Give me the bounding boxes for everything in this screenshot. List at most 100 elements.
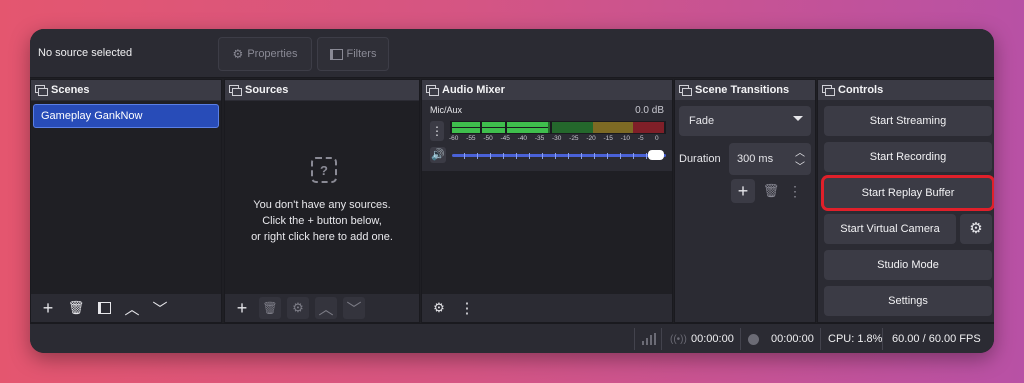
move-source-up-button[interactable]: ︿ xyxy=(315,297,337,319)
start-replay-buffer-button[interactable]: Start Replay Buffer xyxy=(824,178,992,208)
fps-readout: 60.00 / 60.00 FPS xyxy=(892,333,981,345)
move-scene-up-button[interactable]: ︿ xyxy=(121,297,143,319)
trash-icon: 🗑 xyxy=(67,300,85,315)
meter-green-dim xyxy=(548,122,593,133)
meter-tick-label: -35 xyxy=(534,135,545,142)
transition-select-value: Fade xyxy=(689,115,715,127)
transition-menu-button[interactable]: ⋮ xyxy=(787,179,803,203)
studio-mode-button[interactable]: Studio Mode xyxy=(824,250,992,280)
move-scene-down-button[interactable]: ﹀ xyxy=(149,297,171,319)
filters-label: Filters xyxy=(346,48,377,60)
sources-toolbar: + 🗑 ⚙ ︿ ﹀ xyxy=(225,294,419,322)
status-divider xyxy=(882,328,883,350)
add-transition-button[interactable]: + xyxy=(731,179,755,203)
meter-tick-label: -25 xyxy=(569,135,579,142)
meter-tick-label: -10 xyxy=(620,135,631,142)
start-recording-button[interactable]: Start Recording xyxy=(824,142,992,172)
sources-title: Sources xyxy=(245,84,289,96)
audio-mixer-toolbar: ⚙ ⋮ xyxy=(422,294,672,322)
meter-yellow-zone xyxy=(593,122,633,133)
start-virtual-camera-button[interactable]: Start Virtual Camera xyxy=(824,214,956,244)
start-streaming-button[interactable]: Start Streaming xyxy=(824,106,992,136)
sources-dock: Sources ? You don't have any sources. Cl… xyxy=(224,79,420,323)
status-divider xyxy=(740,328,741,350)
transitions-title: Scene Transitions xyxy=(695,84,790,96)
volume-slider-handle[interactable] xyxy=(648,150,664,160)
dock-window-icon xyxy=(426,84,439,96)
status-bar: ((•)) 00:00:00 00:00:00 CPU: 1.8% 60.00 … xyxy=(30,323,994,353)
controls-title: Controls xyxy=(838,84,884,96)
meter-tick-label: -50 xyxy=(483,135,493,142)
meter-tick-label: -5 xyxy=(637,135,644,142)
add-scene-button[interactable]: + xyxy=(37,297,59,319)
transition-select[interactable]: Fade xyxy=(679,106,811,136)
advanced-audio-button[interactable]: ⚙ xyxy=(428,297,450,319)
audio-mixer-dock-title: Audio Mixer xyxy=(422,80,672,100)
trash-icon: 🗑 xyxy=(262,301,278,315)
record-time: 00:00:00 xyxy=(771,333,814,345)
gear-icon: ⚙ xyxy=(969,220,983,237)
properties-button[interactable]: ⚙ Properties xyxy=(218,37,312,71)
filters-button[interactable]: Filters xyxy=(317,37,389,71)
controls-dock: Controls Start Streaming Start Recording… xyxy=(817,79,994,323)
plus-icon: + xyxy=(737,181,749,201)
sources-list[interactable]: ? You don't have any sources. Click the … xyxy=(225,101,419,294)
meter-peak-mark xyxy=(550,121,552,134)
meter-fill-green-top xyxy=(452,122,548,127)
caret-down-icon xyxy=(793,116,803,121)
stream-icon: ((•)) xyxy=(670,333,687,345)
mixer-menu-button[interactable]: ⋮ xyxy=(456,297,478,319)
no-source-label: No source selected xyxy=(38,47,133,59)
scene-item-label: Gameplay GankNow xyxy=(41,110,143,122)
remove-scene-button[interactable]: 🗑 xyxy=(65,297,87,319)
meter-tick-label: -40 xyxy=(517,135,528,142)
meter-tick-label: -30 xyxy=(552,135,562,142)
scenes-dock: Scenes Gameplay GankNow + 🗑 ︿ ﹀ xyxy=(30,79,222,323)
remove-transition-button[interactable]: 🗑 xyxy=(761,179,781,203)
controls-dock-title: Controls xyxy=(818,80,994,100)
meter-peak-mark xyxy=(505,121,507,134)
kebab-icon: ⋮ xyxy=(431,124,443,138)
scene-filters-button[interactable] xyxy=(93,297,115,319)
plus-icon: + xyxy=(42,297,54,318)
move-source-down-button[interactable]: ﹀ xyxy=(343,297,365,319)
scene-transitions-dock: Scene Transitions Fade Duration 300 ms ︿… xyxy=(674,79,816,323)
kebab-icon: ⋮ xyxy=(459,300,475,317)
chevron-down-icon: ﹀ xyxy=(152,300,168,318)
meter-tick-label: -20 xyxy=(586,135,596,142)
channel-menu-button[interactable]: ⋮ xyxy=(430,121,444,141)
chevron-down-icon[interactable]: ﹀ xyxy=(795,158,805,173)
scenes-toolbar: + 🗑 ︿ ﹀ xyxy=(31,294,221,322)
controls-body: Start Streaming Start Recording Start Re… xyxy=(818,101,994,322)
chevron-up-icon: ︿ xyxy=(124,300,140,318)
virtual-camera-settings-button[interactable]: ⚙ xyxy=(960,214,992,244)
settings-button[interactable]: Settings xyxy=(824,286,992,316)
duration-value: 300 ms xyxy=(737,153,774,165)
add-source-button[interactable]: + xyxy=(231,297,253,319)
scene-item-gameplay[interactable]: Gameplay GankNow xyxy=(33,104,219,128)
kebab-icon: ⋮ xyxy=(788,183,802,199)
filters-icon xyxy=(97,302,111,314)
remove-source-button[interactable]: 🗑 xyxy=(259,297,281,319)
channel-name: Mic/Aux xyxy=(430,105,463,115)
chevron-up-icon[interactable]: ︿ xyxy=(795,144,805,159)
volume-slider-ticks xyxy=(452,153,666,159)
dock-window-icon xyxy=(229,84,242,96)
scenes-dock-title: Scenes xyxy=(31,80,221,100)
plus-icon: + xyxy=(236,297,248,318)
meter-tick-label: -55 xyxy=(466,135,476,142)
trash-icon: 🗑 xyxy=(762,183,780,198)
mute-button[interactable]: 🔊 xyxy=(430,147,446,163)
meter-tick-label: -60 xyxy=(449,135,459,142)
status-divider xyxy=(634,328,635,350)
gears-icon: ⚙ xyxy=(433,300,445,315)
source-properties-button[interactable]: ⚙ xyxy=(287,297,309,319)
gear-icon: ⚙ xyxy=(292,300,304,315)
duration-label: Duration xyxy=(679,153,721,165)
mixer-empty-area xyxy=(422,171,672,294)
filters-icon xyxy=(329,48,343,60)
empty-sources-line-2: Click the + button below, xyxy=(262,215,382,227)
scenes-title: Scenes xyxy=(51,84,90,96)
audio-mixer-title: Audio Mixer xyxy=(442,84,505,96)
duration-spinbox[interactable]: 300 ms ︿ ﹀ xyxy=(729,143,811,175)
